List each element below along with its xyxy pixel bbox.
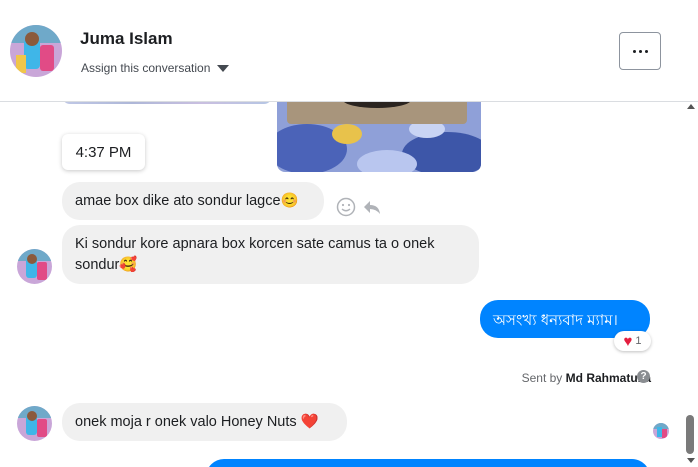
message-text: onek moja r onek valo Honey Nuts ❤️	[75, 414, 319, 430]
incoming-message[interactable]: onek moja r onek valo Honey Nuts ❤️	[62, 403, 347, 441]
timestamp-divider: 4:37 PM	[62, 134, 145, 170]
caret-down-icon	[217, 64, 230, 72]
incoming-message[interactable]: Ki sondur kore apnara box korcen sate ca…	[62, 225, 479, 284]
outgoing-message[interactable]	[206, 459, 650, 467]
scroll-up-arrow-icon[interactable]	[687, 104, 695, 109]
scrollbar-thumb[interactable]	[686, 415, 694, 454]
react-emoji-icon[interactable]	[336, 197, 356, 217]
photo-attachment[interactable]	[62, 102, 272, 104]
reaction-count: 1	[635, 335, 642, 347]
sent-by-label: Sent by Md Rahmatulla	[521, 371, 651, 385]
contact-avatar[interactable]	[10, 25, 62, 77]
more-options-button[interactable]	[619, 32, 661, 70]
message-text: Ki sondur kore apnara box korcen sate ca…	[75, 236, 435, 273]
incoming-message[interactable]: amae box dike ato sondur lagce😊	[62, 182, 324, 220]
conversation-header: Juma Islam Assign this conversation	[0, 0, 698, 102]
reply-icon[interactable]	[362, 197, 382, 217]
contact-name[interactable]: Juma Islam	[80, 29, 173, 49]
contact-avatar-small[interactable]	[17, 406, 52, 441]
assign-conversation-dropdown[interactable]: Assign this conversation	[81, 61, 230, 75]
seen-avatar	[653, 423, 669, 439]
message-text: অসংখ্য ধন্যবাদ ম্যাম।	[493, 312, 618, 329]
message-thread[interactable]: 4:37 PM amae box dike ato sondur lagce😊 …	[0, 102, 698, 467]
scroll-down-arrow-icon[interactable]	[687, 458, 695, 463]
message-text: amae box dike ato sondur lagce😊	[75, 193, 299, 209]
contact-avatar-small[interactable]	[17, 249, 52, 284]
help-icon[interactable]: ?	[637, 370, 650, 383]
assign-label: Assign this conversation	[81, 61, 211, 75]
message-reaction[interactable]: ♥ 1	[614, 331, 651, 351]
ellipsis-icon	[632, 49, 636, 53]
photo-attachment[interactable]	[277, 102, 481, 172]
heart-icon: ♥	[623, 332, 633, 350]
